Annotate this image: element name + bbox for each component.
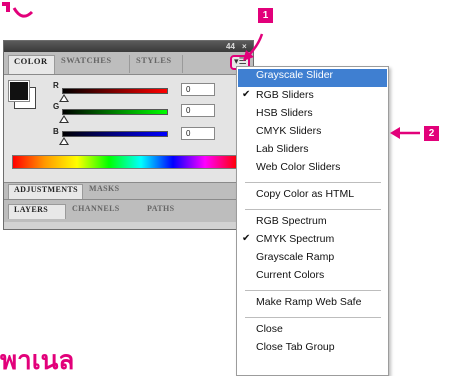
menu-item-label: RGB Spectrum: [256, 215, 327, 227]
menu-item-label: Grayscale Ramp: [256, 251, 335, 263]
callout-badge-1: 1: [258, 8, 273, 23]
blue-label: B: [53, 127, 59, 136]
checkmark-icon: ✔: [242, 89, 251, 100]
menu-item-cmyk-spectrum[interactable]: ✔ CMYK Spectrum: [238, 233, 387, 251]
red-slider-handle[interactable]: [59, 94, 69, 102]
menu-item-label: Web Color Sliders: [256, 161, 341, 173]
menu-item-label: Lab Sliders: [256, 143, 309, 155]
menu-item-web-color-sliders[interactable]: Web Color Sliders: [238, 161, 387, 179]
menu-item-label: Grayscale Slider: [256, 69, 334, 81]
color-panel-flyout-menu: Grayscale Slider ✔ RGB Sliders HSB Slider…: [236, 66, 389, 376]
close-icon[interactable]: ×: [242, 41, 247, 52]
color-tab-bar: COLOR SWATCHES STYLES ▾☰: [4, 52, 253, 75]
menu-item-label: Copy Color as HTML: [256, 188, 355, 200]
red-slider[interactable]: [62, 88, 168, 94]
callout-badge-2: 2: [424, 126, 439, 141]
menu-item-label: Current Colors: [256, 269, 325, 281]
menu-separator: [245, 209, 381, 210]
heading-fragment-icon: [2, 2, 34, 18]
color-spectrum-ramp[interactable]: [12, 155, 238, 169]
menu-item-rgb-sliders[interactable]: ✔ RGB Sliders: [238, 89, 387, 107]
menu-item-grayscale-slider[interactable]: Grayscale Slider: [238, 69, 387, 87]
menu-item-make-ramp-web-safe[interactable]: Make Ramp Web Safe: [238, 296, 387, 314]
menu-item-grayscale-ramp[interactable]: Grayscale Ramp: [238, 251, 387, 269]
menu-item-hsb-sliders[interactable]: HSB Sliders: [238, 107, 387, 125]
tab-color[interactable]: COLOR: [8, 55, 55, 74]
page-heading-fragment: พาเนล: [0, 346, 75, 376]
menu-item-rgb-spectrum[interactable]: RGB Spectrum: [238, 215, 387, 233]
tab-adjustments[interactable]: ADJUSTMENTS: [8, 184, 83, 199]
menu-item-label: HSB Sliders: [256, 107, 313, 119]
menu-separator: [245, 290, 381, 291]
collapse-icon[interactable]: 44: [226, 41, 235, 52]
menu-item-cmyk-sliders[interactable]: CMYK Sliders: [238, 125, 387, 143]
tab-masks[interactable]: MASKS: [84, 184, 134, 199]
layers-tab-bar: LAYERS CHANNELS PATHS: [4, 199, 253, 222]
blue-slider[interactable]: [62, 131, 168, 137]
tab-swatches[interactable]: SWATCHES: [56, 55, 130, 73]
green-slider[interactable]: [62, 109, 168, 115]
green-slider-handle[interactable]: [59, 115, 69, 123]
menu-item-label: Close: [256, 323, 283, 335]
blue-slider-handle[interactable]: [59, 137, 69, 145]
menu-item-lab-sliders[interactable]: Lab Sliders: [238, 143, 387, 161]
red-label: R: [53, 81, 59, 90]
checkmark-icon: ✔: [242, 233, 251, 244]
tab-styles[interactable]: STYLES: [131, 55, 183, 73]
menu-separator: [245, 182, 381, 183]
red-value-field[interactable]: 0: [181, 83, 215, 96]
foreground-color-swatch[interactable]: [8, 80, 30, 102]
menu-item-close-tab-group[interactable]: Close Tab Group: [238, 341, 387, 359]
menu-item-label: CMYK Sliders: [256, 125, 322, 137]
color-panel: 44 × COLOR SWATCHES STYLES ▾☰ R 0 G 0 B …: [3, 40, 254, 230]
menu-item-current-colors[interactable]: Current Colors: [238, 269, 387, 287]
blue-value-field[interactable]: 0: [181, 127, 215, 140]
green-label: G: [53, 102, 60, 111]
adjustments-tab-bar: ADJUSTMENTS MASKS: [4, 182, 253, 199]
menu-item-copy-color-as-html[interactable]: Copy Color as HTML: [238, 188, 387, 206]
menu-item-label: Make Ramp Web Safe: [256, 296, 362, 308]
green-value-field[interactable]: 0: [181, 104, 215, 117]
panel-titlebar[interactable]: 44 ×: [4, 41, 253, 52]
menu-item-close[interactable]: Close: [238, 323, 387, 341]
tab-channels[interactable]: CHANNELS: [67, 204, 141, 219]
color-panel-body: R 0 G 0 B 0: [4, 75, 253, 182]
menu-item-label: Close Tab Group: [256, 341, 335, 353]
tab-layers[interactable]: LAYERS: [8, 204, 66, 219]
callout-arrow-2: [390, 127, 420, 139]
menu-separator: [245, 317, 381, 318]
menu-item-label: RGB Sliders: [256, 89, 314, 101]
menu-item-label: CMYK Spectrum: [256, 233, 335, 245]
tab-paths[interactable]: PATHS: [142, 204, 192, 219]
